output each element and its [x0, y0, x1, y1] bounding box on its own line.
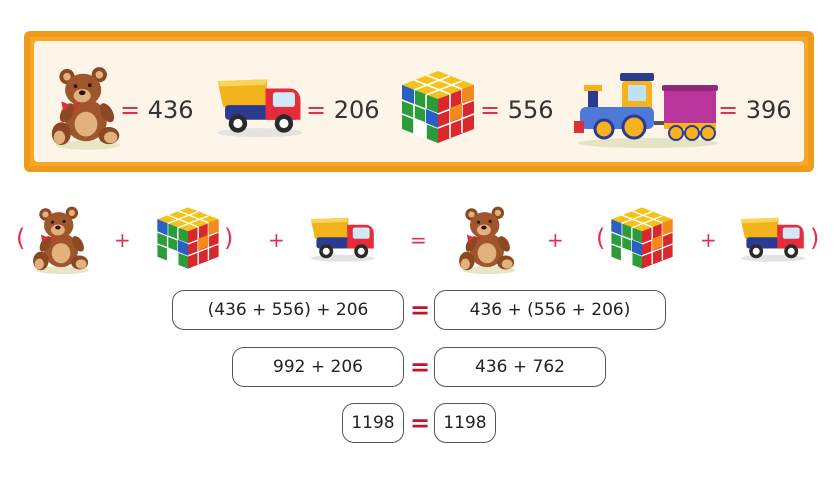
picture-expression: ( + ) + = + ( + ) [0, 196, 839, 286]
step2-right-box: 436 + 762 [434, 347, 606, 387]
legend-inner: = 436 = 206 = 556 = 396 [34, 41, 804, 162]
equals-sign: = [410, 228, 427, 252]
step3-left-box: 1198 [342, 403, 404, 443]
equals-sign: = [718, 96, 739, 124]
step2-left-box: 992 + 206 [232, 347, 404, 387]
open-paren: ( [16, 224, 26, 252]
equals-sign: = [306, 96, 327, 124]
rubiks-cube-icon [154, 202, 222, 274]
dump-truck-icon [308, 212, 378, 264]
equals-sign: = [480, 96, 501, 124]
teddy-bear-icon [48, 63, 124, 153]
legend-cube-value: = 556 [480, 96, 554, 124]
legend-train-value: = 396 [718, 96, 792, 124]
step2-equals: = [410, 353, 431, 381]
teddy-bear-icon [30, 204, 92, 276]
bear-value: 436 [147, 96, 194, 124]
step3-equals: = [410, 409, 431, 437]
open-paren: ( [596, 224, 606, 252]
dump-truck-icon [738, 212, 808, 264]
close-paren: ) [810, 224, 820, 252]
rubiks-cube-icon [608, 202, 676, 274]
cube-value: 556 [507, 96, 554, 124]
close-paren: ) [224, 224, 234, 252]
teddy-bear-icon [456, 204, 518, 276]
plus-sign: + [700, 228, 717, 252]
equals-sign: = [120, 96, 141, 124]
plus-sign: + [268, 228, 285, 252]
train-value: 396 [745, 96, 792, 124]
plus-sign: + [547, 228, 564, 252]
step1-right-box: 436 + (556 + 206) [434, 290, 666, 330]
legend-bear-value: = 436 [120, 96, 194, 124]
legend-panel: = 436 = 206 = 556 = 396 [24, 31, 814, 172]
rubiks-cube-icon [398, 65, 478, 149]
step3-right-box: 1198 [434, 403, 496, 443]
dump-truck-icon [214, 73, 306, 139]
truck-value: 206 [333, 96, 380, 124]
step1-equals: = [410, 296, 431, 324]
plus-sign: + [114, 228, 131, 252]
legend-truck-value: = 206 [306, 96, 380, 124]
step1-left-box: (436 + 556) + 206 [172, 290, 404, 330]
toy-train-icon [570, 69, 720, 149]
